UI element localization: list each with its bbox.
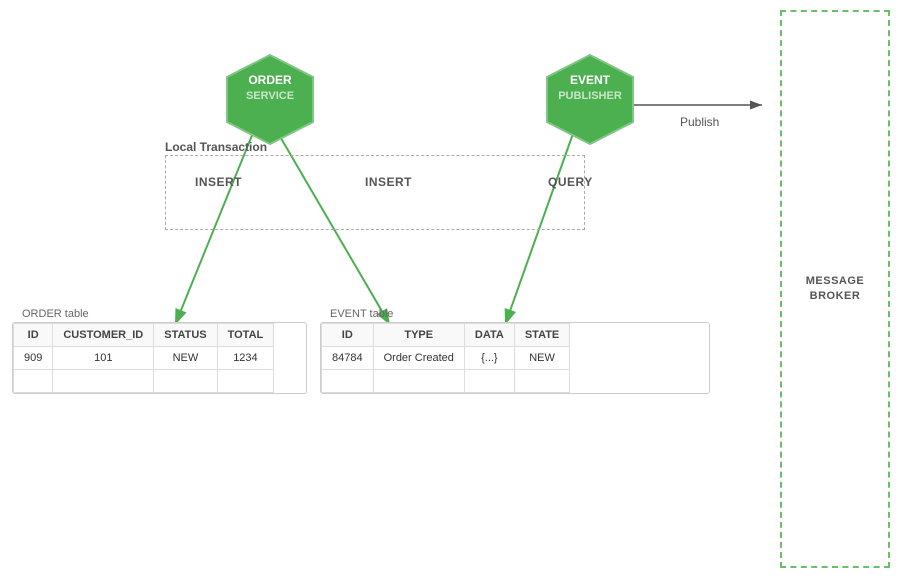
local-transaction-box: [165, 155, 585, 230]
local-transaction-label: Local Transaction: [165, 140, 267, 154]
order-row1-status: NEW: [154, 347, 217, 370]
event-row-1: 84784 Order Created {...} NEW: [322, 347, 570, 370]
order-table-title: ORDER table: [22, 308, 89, 320]
order-row1-customer: 101: [53, 347, 154, 370]
order-col-total: TOTAL: [217, 324, 274, 347]
publish-label: Publish: [680, 115, 719, 129]
insert-label-1: INSERT: [195, 175, 242, 189]
event-publisher-label-line2: PUBLISHER: [540, 89, 640, 104]
event-row1-data: {...}: [464, 347, 514, 370]
event-row1-id: 84784: [322, 347, 374, 370]
diagram-container: ORDER SERVICE EVENT PUBLISHER Publish Lo…: [0, 0, 900, 580]
event-row-empty: [322, 370, 570, 393]
order-col-id: ID: [14, 324, 53, 347]
order-row-1: 909 101 NEW 1234: [14, 347, 274, 370]
order-col-status: STATUS: [154, 324, 217, 347]
order-service-hex: ORDER SERVICE: [220, 50, 320, 150]
insert-label-2: INSERT: [365, 175, 412, 189]
event-row1-state: NEW: [514, 347, 569, 370]
order-service-label-line2: SERVICE: [220, 89, 320, 104]
event-table: ID TYPE DATA STATE 84784 Order Created {…: [320, 322, 710, 394]
arrows-svg: [0, 0, 900, 580]
order-row1-total: 1234: [217, 347, 274, 370]
event-row1-type: Order Created: [373, 347, 464, 370]
message-broker-box: MESSAGE BROKER: [780, 10, 890, 568]
order-service-label-line1: ORDER: [220, 72, 320, 89]
event-col-state: STATE: [514, 324, 569, 347]
order-row1-id: 909: [14, 347, 53, 370]
order-table: ID CUSTOMER_ID STATUS TOTAL 909 101 NEW …: [12, 322, 307, 394]
event-col-type: TYPE: [373, 324, 464, 347]
order-row-empty: [14, 370, 274, 393]
event-col-data: DATA: [464, 324, 514, 347]
order-col-customer: CUSTOMER_ID: [53, 324, 154, 347]
event-col-id: ID: [322, 324, 374, 347]
event-table-title: EVENT table: [330, 308, 393, 320]
message-broker-label: MESSAGE BROKER: [806, 274, 865, 305]
event-publisher-hex: EVENT PUBLISHER: [540, 50, 640, 150]
event-publisher-label-line1: EVENT: [540, 72, 640, 89]
query-label: QUERY: [548, 175, 593, 189]
